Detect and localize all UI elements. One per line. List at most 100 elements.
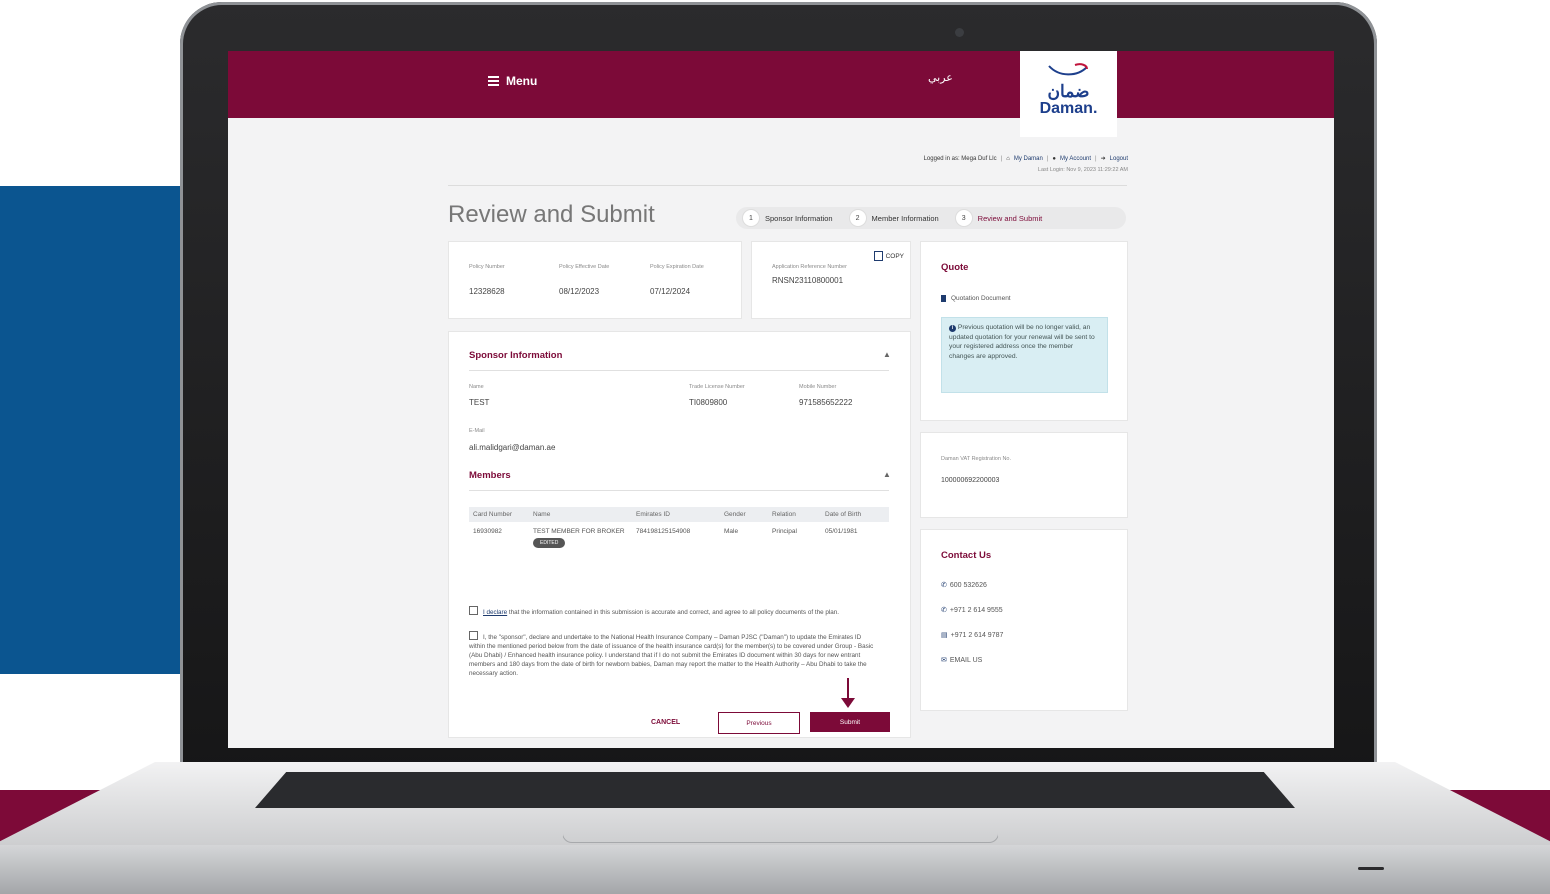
policy-expiration-value: 07/12/2024 xyxy=(650,287,691,296)
declaration-accuracy: I declare that the information contained… xyxy=(469,606,874,617)
column-card-number: Card Number xyxy=(473,511,513,518)
user-icon: ● xyxy=(1052,155,1057,162)
email-value: ali.malidgari@daman.ae xyxy=(469,443,556,452)
policy-card: Policy Number 12328628 Policy Effective … xyxy=(448,241,742,319)
email-label: E-Mail xyxy=(469,428,485,434)
page-title: Review and Submit xyxy=(448,201,655,228)
separator: | xyxy=(1095,155,1097,162)
policy-effective-label: Policy Effective Date xyxy=(559,264,610,270)
mobile-number-label: Mobile Number xyxy=(799,384,837,390)
vat-label: Daman VAT Registration No. xyxy=(941,456,1012,462)
relation-cell: Principal xyxy=(772,528,797,535)
step-label: Member Information xyxy=(871,213,939,223)
step-sponsor-information[interactable]: 1 Sponsor Information xyxy=(736,209,833,227)
trade-license-label: Trade License Number xyxy=(689,384,745,390)
card-number-cell: 16930982 xyxy=(473,528,502,535)
account-bar: Logged in as: Mega Duf Llc | ⌂ My Daman … xyxy=(924,155,1128,163)
table-row[interactable]: 16930982 TEST MEMBER FOR BROKER EDITED 7… xyxy=(469,522,889,554)
collapse-sponsor-icon[interactable]: ▲ xyxy=(883,350,891,359)
vat-card: Daman VAT Registration No. 1000006922000… xyxy=(920,432,1128,518)
phone-icon: ✆ xyxy=(941,582,947,589)
fax-icon: ▤ xyxy=(941,632,948,639)
quotation-document-link[interactable]: Quotation Document xyxy=(941,295,1011,302)
logout-icon: ➜ xyxy=(1100,156,1106,162)
contact-phone-1-text: 600 532626 xyxy=(949,581,987,589)
step-label: Review and Submit xyxy=(977,213,1043,223)
step-number: 3 xyxy=(954,209,973,227)
contact-fax[interactable]: ▤ +971 2 614 9787 xyxy=(941,631,1003,640)
sponsor-name-value: TEST xyxy=(469,398,490,407)
contact-phone-1[interactable]: ✆ 600 532626 xyxy=(941,581,987,590)
document-icon xyxy=(941,295,946,302)
home-icon: ⌂ xyxy=(1006,155,1010,162)
table-header-row: Card Number Name Emirates ID Gender Rela… xyxy=(469,507,889,522)
step-member-information[interactable]: 2 Member Information xyxy=(843,209,939,227)
application-ref-value: RNSN23110800001 xyxy=(772,276,844,285)
step-review-and-submit[interactable]: 3 Review and Submit xyxy=(949,209,1043,227)
last-login-text: Last Login: Nov 9, 2023 11:29:22 AM xyxy=(1037,167,1128,173)
step-number: 1 xyxy=(742,209,760,227)
review-details-card: Sponsor Information ▲ Name TEST Trade Li… xyxy=(448,331,911,738)
contact-phone-2[interactable]: ✆ +971 2 614 9555 xyxy=(941,606,1003,615)
gender-cell: Male xyxy=(724,528,739,535)
dob-cell: 05/01/1981 xyxy=(825,528,858,535)
declaration-emirates-id-checkbox[interactable] xyxy=(469,631,478,640)
laptop-front-lip xyxy=(0,845,1550,894)
laptop-screen: Menu عربي ضمان Daman. Logged in as: Mega… xyxy=(228,51,1334,748)
declaration-accuracy-checkbox[interactable] xyxy=(469,606,478,615)
laptop-trackpad xyxy=(562,812,999,843)
edited-badge[interactable]: EDITED xyxy=(533,538,566,548)
policy-number-value: 12328628 xyxy=(469,287,505,296)
mobile-number-value: 971585652222 xyxy=(799,398,853,407)
logo-arabic-text: ضمان xyxy=(1047,82,1090,101)
step-number: 2 xyxy=(848,209,867,227)
step-label: Sponsor Information xyxy=(765,213,833,223)
contact-email[interactable]: ✉ EMAIL US xyxy=(941,656,982,665)
email-icon: ✉ xyxy=(941,657,947,664)
collapse-members-icon[interactable]: ▲ xyxy=(883,470,891,479)
copy-icon xyxy=(873,251,883,261)
hamburger-icon xyxy=(488,74,499,88)
contact-phone-2-text: +971 2 614 9555 xyxy=(949,606,1003,614)
divider xyxy=(448,185,1127,186)
logo-english-text: Daman. xyxy=(1039,100,1098,117)
declaration-accuracy-text: that the information contained in this s… xyxy=(507,609,839,616)
members-table: Card Number Name Emirates ID Gender Rela… xyxy=(469,507,889,554)
application-reference-card: COPY Application Reference Number RNSN23… xyxy=(751,241,911,319)
declaration-emirates-id: I, the "sponsor", declare and undertake … xyxy=(469,631,874,678)
quote-info-text: Previous quotation will be no longer val… xyxy=(949,324,1095,360)
policy-effective-value: 08/12/2023 xyxy=(559,287,600,296)
copy-button[interactable]: COPY xyxy=(873,251,904,261)
submit-button[interactable]: Submit xyxy=(810,712,890,732)
backdrop-blue-panel xyxy=(0,186,200,674)
policy-number-label: Policy Number xyxy=(469,264,505,270)
logout-link[interactable]: Logout xyxy=(1110,156,1128,162)
emirates-id-cell: 784198125154908 xyxy=(636,528,691,535)
separator: | xyxy=(1000,155,1003,162)
copy-label: COPY xyxy=(885,252,904,260)
laptop-status-led xyxy=(1358,867,1384,870)
quotation-document-label: Quotation Document xyxy=(951,295,1011,302)
members-section-title: Members xyxy=(469,470,511,481)
cancel-button[interactable]: CANCEL xyxy=(651,719,680,726)
camera-icon xyxy=(955,28,964,37)
info-icon: i xyxy=(949,325,956,332)
divider xyxy=(469,490,889,491)
my-daman-link[interactable]: My Daman xyxy=(1014,156,1043,162)
quote-card: Quote Quotation Document i Previous quot… xyxy=(920,241,1128,421)
my-account-link[interactable]: My Account xyxy=(1060,156,1091,162)
declare-link[interactable]: I declare xyxy=(483,609,507,616)
contact-card: Contact Us ✆ 600 532626 ✆ +971 2 614 9555 … xyxy=(920,529,1128,711)
sponsor-section-title: Sponsor Information xyxy=(469,350,563,361)
logo-swirl-icon xyxy=(1047,63,1088,76)
contact-title: Contact Us xyxy=(941,550,992,561)
column-emirates-id: Emirates ID xyxy=(636,511,670,518)
previous-button[interactable]: Previous xyxy=(718,712,800,734)
trade-license-value: TI0809800 xyxy=(689,398,728,407)
declaration-emirates-id-text: I, the "sponsor", declare and undertake … xyxy=(469,634,874,677)
language-toggle[interactable]: عربي xyxy=(928,71,953,84)
daman-logo[interactable]: ضمان Daman. xyxy=(1020,51,1117,137)
menu-button[interactable]: Menu xyxy=(488,74,537,88)
sponsor-name-label: Name xyxy=(469,384,484,390)
top-navigation-bar: Menu عربي xyxy=(228,51,1334,118)
